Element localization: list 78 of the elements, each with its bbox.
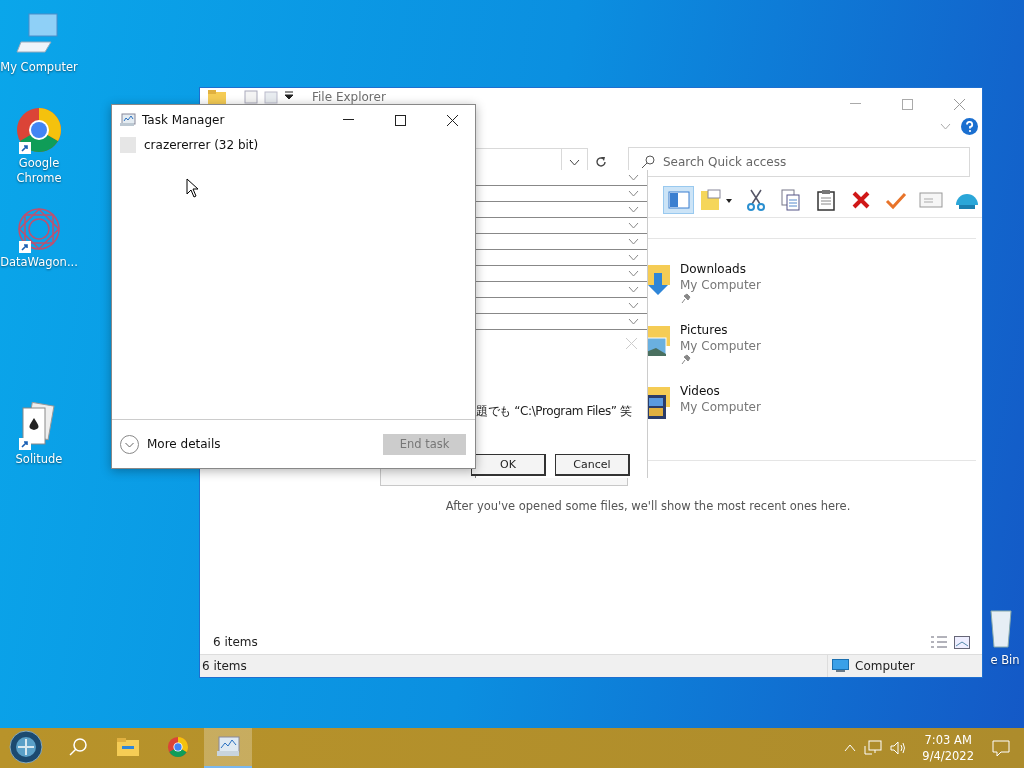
details-view-icon[interactable] xyxy=(930,635,948,649)
close-icon xyxy=(953,98,965,110)
chevron-down-icon xyxy=(628,254,639,261)
pin-icon xyxy=(680,354,691,365)
chrome-icon xyxy=(15,106,63,154)
network-icon[interactable] xyxy=(864,740,883,756)
search-icon xyxy=(641,155,655,169)
clipboard-icon xyxy=(816,189,837,211)
app-icon xyxy=(120,137,136,153)
clock-date[interactable]: 9/4/2022 xyxy=(922,748,974,764)
chevron-down-icon xyxy=(628,174,639,181)
app-name[interactable]: crazererrer (32 bit) xyxy=(144,138,259,152)
window-title: File Explorer xyxy=(312,90,387,104)
monitor-chart-icon xyxy=(120,113,136,127)
pin-icon xyxy=(680,293,691,304)
folder-icon xyxy=(116,737,140,757)
pane-icon xyxy=(667,190,690,210)
thumbnail-view-icon[interactable] xyxy=(954,635,970,649)
copy-icon xyxy=(781,189,802,211)
note-icon xyxy=(700,189,735,211)
item-location: My Computer xyxy=(680,338,761,354)
cursor-icon xyxy=(186,178,200,198)
status-location: Computer xyxy=(855,659,915,673)
chrome-icon xyxy=(167,736,189,758)
desktop-icon-label[interactable]: e Bin xyxy=(990,653,1020,668)
chevron-down-icon xyxy=(628,270,639,277)
refresh-icon xyxy=(595,156,607,168)
maximize-icon xyxy=(901,98,913,110)
chevron-down-icon xyxy=(628,318,639,325)
chevron-down-icon xyxy=(628,222,639,229)
chevron-down-icon xyxy=(940,122,951,130)
notification-button[interactable] xyxy=(992,739,1010,757)
dialog-button[interactable]: OK xyxy=(471,454,546,476)
toolbar-button[interactable] xyxy=(663,186,695,214)
monitor-chart-icon xyxy=(216,736,240,758)
clock-time[interactable]: 7:03 AM xyxy=(924,732,972,748)
item-name[interactable]: Downloads xyxy=(680,261,761,277)
star-pattern-icon xyxy=(15,205,63,253)
scissors-icon xyxy=(746,189,767,211)
tray-overflow-button[interactable] xyxy=(844,744,857,752)
delete-icon xyxy=(851,190,872,210)
item-location: My Computer xyxy=(680,399,761,415)
item-name[interactable]: Pictures xyxy=(680,322,761,338)
item-count: 6 items xyxy=(213,635,258,649)
window-title: Task Manager xyxy=(142,113,226,127)
speech-bubble-icon xyxy=(992,739,1010,757)
shortcut-arrow-icon xyxy=(19,438,31,450)
envelope-icon xyxy=(919,192,944,208)
chevron-down-icon xyxy=(628,238,639,245)
new-folder-icon xyxy=(264,90,278,104)
chevron-down-icon xyxy=(628,206,639,213)
search-icon xyxy=(68,737,88,757)
more-details-button[interactable]: More details xyxy=(120,434,221,454)
minimize-icon xyxy=(342,119,354,121)
shortcut-arrow-icon xyxy=(19,241,31,253)
chevron-down-icon xyxy=(628,190,639,197)
customize-icon xyxy=(284,90,294,100)
minimize-icon xyxy=(849,103,861,105)
chevron-down-icon xyxy=(628,286,639,293)
shortcut-arrow-icon xyxy=(19,142,31,154)
empty-recent-message: After you've opened some files, we'll show the most recent ones here. xyxy=(445,499,851,513)
close-icon xyxy=(446,114,458,126)
start-orb-icon xyxy=(9,730,43,764)
monitor-icon xyxy=(832,659,849,673)
status-item-count: 6 items xyxy=(202,659,247,673)
check-icon xyxy=(885,190,908,210)
chevron-up-icon xyxy=(844,744,857,752)
expand-icon xyxy=(120,434,139,454)
item-location: My Computer xyxy=(680,277,761,293)
dialog-message: 題でも “C:\Program Files” 笑 xyxy=(476,403,633,420)
chevron-down-icon xyxy=(628,302,639,309)
help-icon[interactable] xyxy=(961,117,978,135)
close-icon xyxy=(626,338,637,349)
dialog-button[interactable]: Cancel xyxy=(555,454,630,476)
maximize-icon xyxy=(394,114,406,126)
search-field[interactable]: Search Quick access xyxy=(628,147,970,177)
chevron-down-icon xyxy=(569,158,580,166)
item-name[interactable]: Videos xyxy=(680,383,761,399)
